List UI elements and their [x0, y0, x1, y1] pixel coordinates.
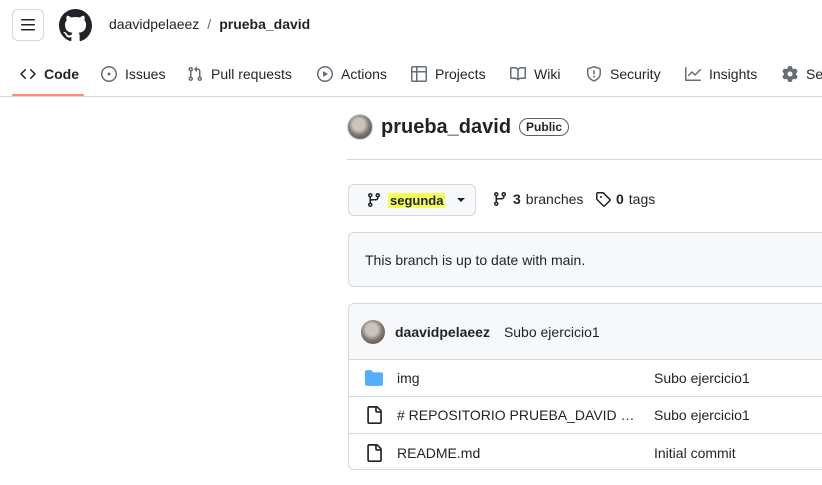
hamburger-menu-button[interactable] — [12, 9, 44, 41]
list-item[interactable]: # REPOSITORIO PRUEBA_DAVID MARTINEZ Subo… — [349, 397, 822, 434]
tab-insights-label: Insights — [709, 66, 758, 82]
owner-avatar[interactable] — [347, 114, 373, 140]
shield-icon — [587, 66, 601, 82]
tab-insights[interactable]: Insights — [685, 52, 757, 96]
branch-name: segunda — [388, 192, 446, 208]
list-item[interactable]: README.md Initial commit — [349, 434, 822, 469]
file-name[interactable]: # REPOSITORIO PRUEBA_DAVID MARTINEZ — [397, 407, 642, 423]
gear-icon — [782, 66, 798, 82]
tags-link[interactable]: 0 tags — [595, 191, 655, 207]
breadcrumb-repo-link[interactable]: prueba_david — [219, 16, 310, 32]
chevron-down-icon — [457, 198, 466, 202]
table-icon — [411, 66, 427, 82]
tab-code-label: Code — [44, 66, 79, 82]
hamburger-icon — [21, 19, 35, 31]
tab-actions-label: Actions — [341, 66, 387, 82]
book-icon — [510, 66, 526, 81]
issue-icon — [101, 66, 117, 82]
repo-title[interactable]: prueba_david — [381, 116, 511, 139]
file-icon — [367, 406, 382, 424]
breadcrumb-separator: / — [207, 16, 212, 32]
play-icon — [317, 66, 333, 82]
tab-pull-requests[interactable]: Pull requests — [187, 52, 292, 96]
tab-pull-requests-label: Pull requests — [211, 66, 292, 82]
code-icon — [20, 69, 36, 79]
tab-wiki[interactable]: Wiki — [510, 52, 560, 96]
file-name[interactable]: img — [397, 370, 642, 386]
tab-wiki-label: Wiki — [534, 66, 561, 82]
top-header: daavidpelaeez / prueba_david — [0, 0, 822, 52]
git-branch-icon — [367, 193, 380, 208]
tab-issues-label: Issues — [125, 66, 166, 82]
github-logo-icon[interactable] — [59, 9, 92, 42]
tab-code[interactable]: Code — [20, 52, 79, 96]
tab-projects[interactable]: Projects — [411, 52, 486, 96]
breadcrumb-owner-link[interactable]: daavidpelaeez — [109, 16, 199, 32]
file-commit-message[interactable]: Subo ejercicio1 — [654, 370, 750, 386]
commit-message[interactable]: Subo ejercicio1 — [504, 324, 600, 340]
file-commit-message[interactable]: Initial commit — [654, 445, 736, 461]
git-branch-icon — [493, 192, 506, 207]
visibility-badge: Public — [519, 118, 570, 136]
tab-security-label: Security — [610, 66, 661, 82]
branches-label: branches — [525, 191, 584, 207]
tags-label: tags — [628, 191, 656, 207]
branches-link[interactable]: 3 branches — [492, 191, 583, 207]
file-icon — [367, 443, 382, 462]
branch-status-box: This branch is up to date with main. — [348, 232, 822, 287]
breadcrumb: daavidpelaeez / prueba_david — [109, 16, 310, 32]
title-divider — [347, 159, 822, 160]
tab-settings[interactable]: Se — [782, 52, 822, 96]
file-list: daavidpelaeez Subo ejercicio1 img Subo e… — [348, 303, 822, 470]
folder-icon — [365, 370, 383, 386]
tab-issues[interactable]: Issues — [101, 52, 165, 96]
branch-select-button[interactable]: segunda — [348, 184, 476, 216]
active-tab-underline — [12, 94, 84, 96]
tag-icon — [596, 192, 611, 207]
repo-title-row: prueba_david Public — [347, 114, 570, 140]
tab-security[interactable]: Security — [586, 52, 661, 96]
pull-request-icon — [188, 66, 203, 82]
latest-commit-row: daavidpelaeez Subo ejercicio1 — [349, 304, 822, 360]
branch-status-text: This branch is up to date with main. — [365, 251, 586, 268]
tab-actions[interactable]: Actions — [317, 52, 387, 96]
tab-projects-label: Projects — [435, 66, 486, 82]
commit-author[interactable]: daavidpelaeez — [395, 324, 490, 340]
repo-nav: Code Issues Pull requests Actions Projec… — [0, 52, 822, 97]
commit-author-avatar[interactable] — [361, 319, 385, 344]
branches-count: 3 — [513, 191, 521, 207]
list-item[interactable]: img Subo ejercicio1 — [349, 360, 822, 397]
file-name[interactable]: README.md — [397, 445, 642, 461]
tab-settings-label: Se — [806, 66, 822, 82]
tags-count: 0 — [616, 191, 624, 207]
graph-icon — [685, 67, 701, 81]
file-commit-message[interactable]: Subo ejercicio1 — [654, 407, 750, 423]
